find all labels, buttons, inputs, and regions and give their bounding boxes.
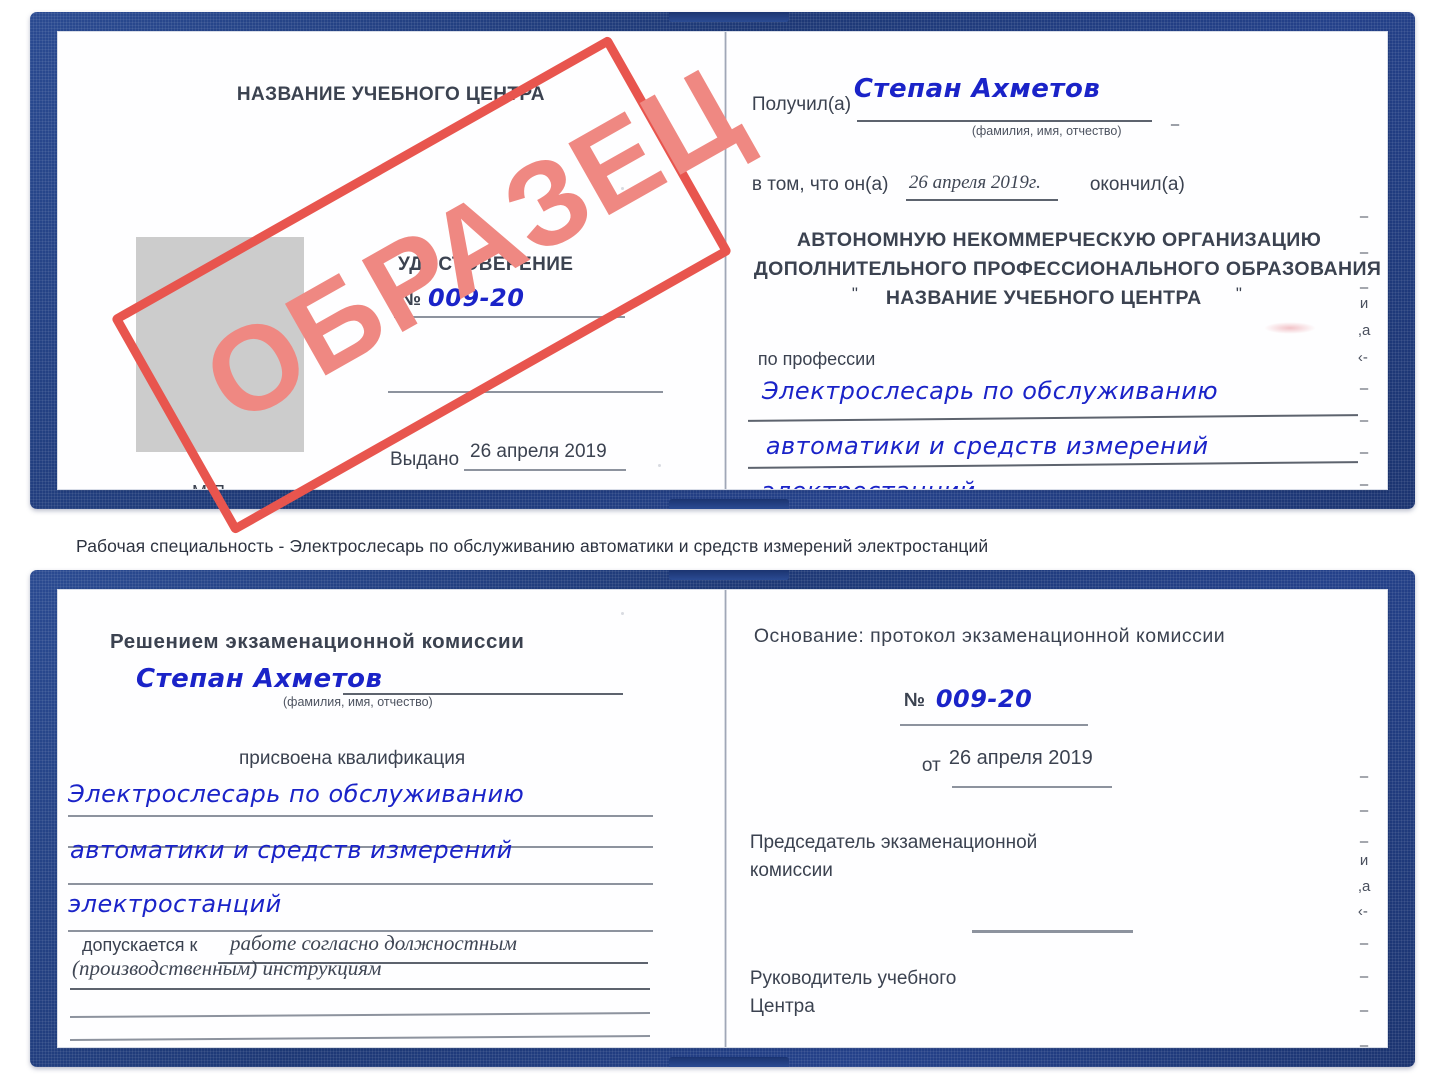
org-line-3: НАЗВАНИЕ УЧЕБНОГО ЦЕНТРА — [885, 287, 1202, 309]
photo-placeholder — [136, 237, 304, 452]
bottom-edge-fragment-8: – — [1359, 968, 1369, 985]
decision-title: Решением экзаменационной комиссии — [110, 630, 525, 653]
admitted-value-line-2: (производственным) инструкциям — [72, 956, 382, 980]
bottom-date-value: 26 апреля 2019 — [948, 747, 1093, 769]
bottom-edge-fragment-4: и — [1359, 852, 1369, 869]
edge-fragment-9: – — [1359, 444, 1369, 461]
bottom-right-page: Основание: протокол экзаменационной коми… — [724, 590, 1387, 1047]
fio-hint: (фамилия, имя, отчество) — [971, 124, 1122, 138]
number-value: 009-20 — [428, 284, 525, 312]
ink-smudge — [1263, 322, 1316, 334]
edge-fragment-1: – — [1359, 208, 1369, 225]
speck-2 — [658, 464, 661, 467]
received-rule — [856, 120, 1152, 122]
edge-fragment-4: и — [1359, 295, 1369, 312]
document-title: УДОСТОВЕРЕНИЕ — [398, 254, 574, 275]
head-line-2: Центра — [749, 996, 815, 1017]
bottom-edge-fragment-10: – — [1359, 1037, 1369, 1047]
basis-label: Основание: протокол экзаменационной коми… — [753, 625, 1226, 647]
qualification-rule-1 — [68, 815, 653, 817]
profession-rule-1 — [747, 414, 1358, 422]
edge-fragment-3: – — [1359, 279, 1369, 296]
bottom-fio-hint: (фамилия, имя, отчество) — [283, 695, 433, 709]
profession-line-3: электростанций — [762, 477, 976, 489]
bottom-edge-fragment-2: – — [1359, 802, 1369, 819]
bottom-date-rule — [951, 786, 1112, 788]
bottom-number-label: № — [903, 690, 926, 711]
received-value: Степан Ахметов — [853, 74, 1101, 104]
qualification-line-3: электростанций — [68, 890, 282, 918]
caption-text: Рабочая специальность - Электрослесарь п… — [76, 536, 989, 556]
org-line-1: АВТОНОМНУЮ НЕКОММЕРЧЕСКУЮ ОРГАНИЗАЦИЮ — [796, 229, 1322, 251]
bottom-edge-fragment-5: ,а — [1357, 878, 1371, 895]
spine-top-tab — [669, 12, 789, 22]
spine-bottom-bottom-tab — [669, 1057, 789, 1067]
speck-1 — [621, 187, 624, 190]
number-rule — [394, 316, 625, 318]
issued-rule — [464, 469, 626, 471]
bottom-date-label: от — [921, 755, 941, 776]
graduated-label: окончил(а) — [1089, 174, 1185, 195]
org-line-2: ДОПОЛНИТЕЛЬНОГО ПРОФЕССИОНАЛЬНОГО ОБРАЗО… — [753, 258, 1382, 280]
profession-label: по профессии — [757, 349, 876, 369]
bottom-blank-rule-1 — [70, 1011, 650, 1018]
qualification-line-1: Электрослесарь по обслуживанию — [68, 780, 525, 808]
issued-value: 26 апреля 2019 — [470, 441, 607, 462]
org-quote-open: " — [851, 284, 858, 303]
bottom-name-value: Степан Ахметов — [136, 664, 383, 694]
seal-label: М.П. — [192, 482, 230, 489]
number-label: № — [400, 289, 422, 310]
bottom-edge-fragment-9: – — [1359, 1002, 1369, 1019]
bottom-edge-fragment-7: – — [1359, 935, 1369, 952]
chairman-line-2: комиссии — [749, 860, 833, 881]
graduation-date: 26 апреля 2019г. — [908, 172, 1041, 193]
certificate-bottom-pages: Решением экзаменационной комиссии Степан… — [58, 570, 1387, 1067]
profession-line-1: Электрослесарь по обслуживанию — [761, 377, 1219, 405]
spine-bottom-top-tab — [669, 570, 789, 580]
issued-label: Выдано — [390, 449, 460, 470]
spine-bottom-tab — [669, 499, 789, 509]
head-line-1: Руководитель учебного — [749, 968, 957, 989]
profession-rule-2 — [747, 461, 1358, 469]
qualification-line-2: автоматики и средств измерений — [70, 836, 513, 864]
bottom-speck-1 — [621, 612, 624, 615]
top-right-page: Получил(а) Степан Ахметов (фамилия, имя,… — [724, 32, 1387, 489]
dash-mark-1: – — [1170, 116, 1180, 133]
edge-fragment-10: – — [1359, 476, 1369, 489]
chairman-line-1: Председатель экзаменационной — [749, 832, 1038, 853]
qualification-label: присвоена квалификация — [239, 748, 466, 769]
bottom-edge-fragment-3: – — [1359, 833, 1369, 850]
admitted-rule-2 — [70, 988, 650, 990]
edge-fragment-8: – — [1359, 412, 1369, 429]
bottom-left-page: Решением экзаменационной комиссии Степан… — [58, 590, 724, 1047]
that-he-label: в том, что он(а) — [751, 174, 889, 195]
edge-fragment-2: – — [1359, 244, 1369, 261]
admitted-label: допускается к — [82, 935, 198, 955]
received-label: Получил(а) — [751, 94, 852, 115]
bottom-number-value: 009-20 — [935, 685, 1033, 713]
edge-fragment-5: ,а — [1357, 322, 1371, 339]
bottom-blank-rule-2 — [70, 1034, 650, 1041]
blank-rule-1 — [388, 391, 663, 393]
top-left-page: НАЗВАНИЕ УЧЕБНОГО ЦЕНТРА УДОСТОВЕРЕНИЕ №… — [58, 32, 724, 489]
chairman-signature-rule — [971, 930, 1133, 933]
certificate-bottom: Решением экзаменационной комиссии Степан… — [30, 570, 1415, 1067]
bottom-edge-fragment-1: – — [1359, 768, 1369, 785]
bottom-edge-fragment-6: ‹- — [1357, 903, 1368, 920]
profession-line-2: автоматики и средств измерений — [765, 432, 1209, 460]
admitted-value-line-1: работе согласно должностным — [230, 931, 517, 955]
qualification-rule-2 — [68, 883, 653, 885]
org-quote-close: " — [1235, 284, 1242, 303]
graduation-date-rule — [905, 199, 1058, 201]
bottom-number-rule — [899, 724, 1088, 726]
edge-fragment-6: ‹- — [1357, 349, 1368, 366]
certificate-top-pages: НАЗВАНИЕ УЧЕБНОГО ЦЕНТРА УДОСТОВЕРЕНИЕ №… — [58, 12, 1387, 509]
training-center-name: НАЗВАНИЕ УЧЕБНОГО ЦЕНТРА — [236, 84, 545, 105]
edge-fragment-7: – — [1359, 380, 1369, 397]
certificate-top: НАЗВАНИЕ УЧЕБНОГО ЦЕНТРА УДОСТОВЕРЕНИЕ №… — [30, 12, 1415, 509]
